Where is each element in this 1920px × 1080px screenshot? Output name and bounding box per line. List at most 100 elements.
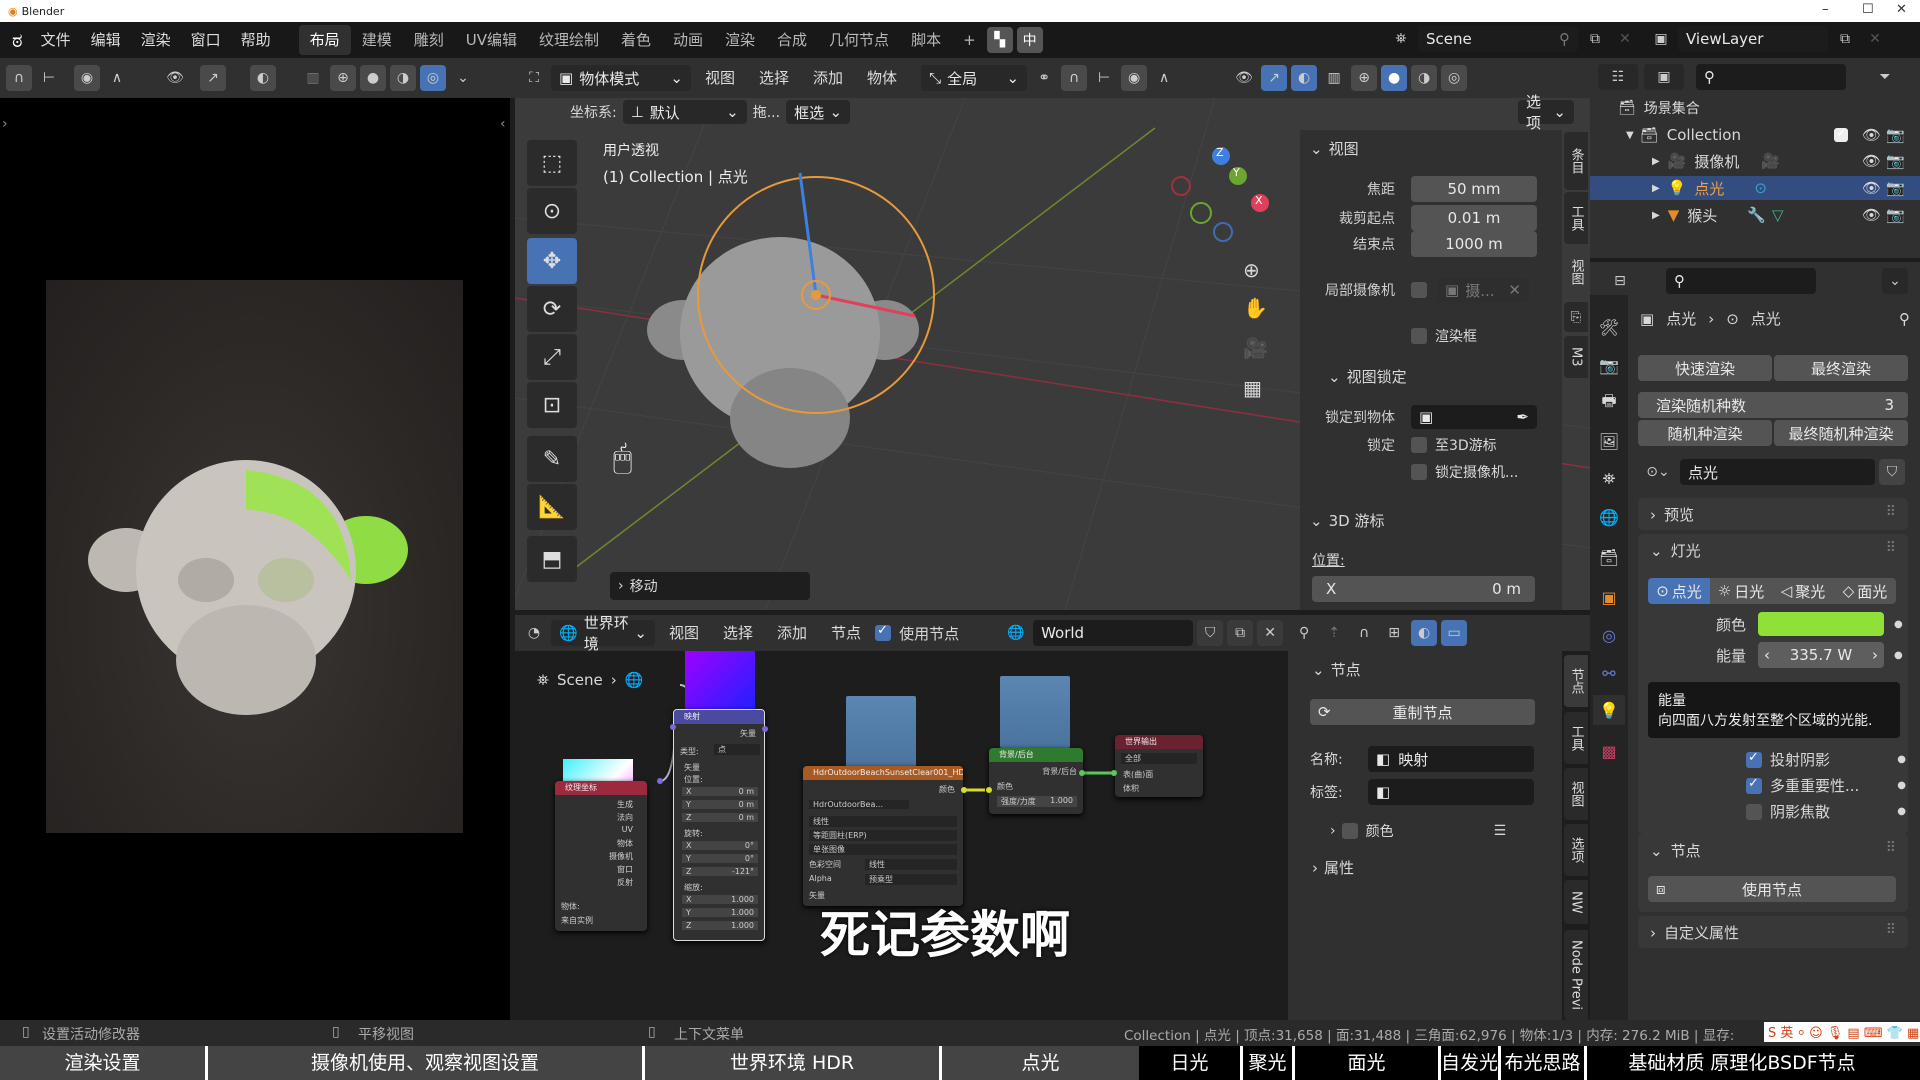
workspace-tab-animation[interactable]: 动画 xyxy=(662,25,714,55)
scene-selector[interactable]: Scene ⚲ xyxy=(1418,26,1578,52)
snap-target-icon[interactable]: ⊢ xyxy=(1091,65,1117,91)
transform-orientation-selector[interactable]: ⤡ 全局 ⌄ xyxy=(921,65,1028,91)
preview-panel[interactable]: › 预览 ⠿ xyxy=(1638,498,1908,530)
overlay-icon[interactable]: ◐ xyxy=(1291,65,1318,91)
scene-tab-icon[interactable]: ⛯ xyxy=(1597,467,1621,491)
workspace-tab-modeling[interactable]: 建模 xyxy=(351,25,403,55)
chapter-render-settings[interactable]: 渲染设置 xyxy=(0,1046,208,1080)
drag-handle-icon[interactable]: ⠿ xyxy=(1886,922,1896,938)
fake-user-icon[interactable]: ⛉ xyxy=(1879,459,1905,485)
drag-handle-icon[interactable]: ⠿ xyxy=(1886,504,1896,520)
eyedropper-icon[interactable]: ✒ xyxy=(1516,408,1529,426)
world-browse-icon[interactable]: 🌐 xyxy=(1003,620,1029,646)
viewport-menu-add[interactable]: 添加 xyxy=(803,63,853,93)
collection-tab-icon[interactable]: 🗃 xyxy=(1597,545,1621,569)
view-layer-filter-icon[interactable]: ▣ xyxy=(1644,64,1684,90)
node-texture-coordinate[interactable]: 纹理坐标 生成 法向 UV 物体 摄像机 窗口 反射 物体: 来自实例 xyxy=(555,781,647,931)
annotate-tool[interactable]: ✎ xyxy=(527,436,577,482)
workspace-tab-scripting[interactable]: 脚本 xyxy=(900,25,952,55)
shading-material-icon[interactable]: ◑ xyxy=(390,65,416,91)
chapter-principled-bsdf[interactable]: 基础材质 原理化BSDF节点 xyxy=(1587,1046,1897,1080)
shading-solid-icon[interactable]: ● xyxy=(360,65,386,91)
color-presets-icon[interactable]: ☰ xyxy=(1494,823,1507,839)
scale-y-field[interactable]: Y 1.000 xyxy=(682,908,758,917)
delete-scene-icon[interactable]: ✕ xyxy=(1612,26,1638,52)
strength-field[interactable]: 强度/力度 1.000 xyxy=(997,796,1077,807)
ortho-toggle-icon[interactable]: ▦ xyxy=(1243,376,1262,400)
clip-end-field[interactable]: 1000 m xyxy=(1411,231,1537,257)
node-tab-node-preview[interactable]: Node Previ xyxy=(1564,930,1588,1020)
node-tab-node[interactable]: 节点 xyxy=(1564,655,1588,707)
breadcrumb-scene[interactable]: Scene xyxy=(557,671,603,689)
rotation-x-field[interactable]: X 0° xyxy=(682,841,758,850)
proportional-edit-icon[interactable]: ◉ xyxy=(74,65,100,91)
tool-tab-icon[interactable]: 🛠 xyxy=(1597,315,1621,339)
target-dropdown[interactable]: 全部 xyxy=(1121,753,1197,764)
unlink-world-icon[interactable]: ✕ xyxy=(1257,620,1284,646)
quick-render-button[interactable]: 快速渲染 xyxy=(1638,355,1772,381)
rotate-tool[interactable]: ⟳ xyxy=(527,286,577,332)
render-tab-icon[interactable]: 📷 xyxy=(1597,353,1621,377)
increment-icon[interactable]: › xyxy=(1872,646,1878,664)
pin-icon[interactable]: ⚲ xyxy=(1899,310,1910,328)
clear-icon[interactable]: ✕ xyxy=(1508,281,1521,299)
scene-icon[interactable]: ⛯ xyxy=(1388,26,1414,52)
local-camera-field[interactable]: ▣ 摄... ✕ xyxy=(1437,278,1529,302)
filter-icon[interactable]: ⏷ xyxy=(1872,64,1898,90)
alpha-dropdown[interactable]: 预乘型 xyxy=(865,874,957,885)
world-tab-icon[interactable]: 🌐 xyxy=(1597,505,1621,529)
npanel-tab-view[interactable]: 视图 xyxy=(1564,246,1588,298)
outliner-item-collection[interactable]: ▼🗃Collection👁📷 xyxy=(1590,124,1920,146)
drag-handle-icon[interactable]: ⠿ xyxy=(1886,540,1896,556)
chapter-emission[interactable]: 自发光 xyxy=(1441,1046,1501,1080)
shading-material-icon[interactable]: ◑ xyxy=(1411,65,1438,91)
outliner-scene-collection[interactable]: 🗃 场景集合 xyxy=(1618,98,1700,118)
shadow-caustics-checkbox[interactable] xyxy=(1746,803,1762,820)
close-window-button[interactable]: ✕ xyxy=(1896,2,1907,17)
chevron-down-icon[interactable]: ⌄ xyxy=(1882,268,1908,294)
node-header[interactable]: 映射 xyxy=(674,710,764,724)
use-nodes-button[interactable]: ⧈ 使用节点 xyxy=(1648,876,1896,902)
overlay-icon[interactable]: ◐ xyxy=(1411,620,1438,646)
shading-rendered-icon[interactable]: ◎ xyxy=(420,65,446,91)
editor-type-icon[interactable]: ⊟ xyxy=(1600,268,1640,294)
camera-view-icon[interactable]: 🎥 xyxy=(1243,336,1268,360)
random-seed-render-button[interactable]: 随机种渲染 xyxy=(1638,420,1772,446)
light-data-tab-icon[interactable]: 💡 xyxy=(1593,695,1625,725)
camera-render-icon[interactable]: 📷 xyxy=(1886,152,1905,170)
socket-background-out[interactable] xyxy=(1079,770,1085,776)
viewport-menu-select[interactable]: 选择 xyxy=(749,63,799,93)
local-camera-checkbox[interactable] xyxy=(1411,282,1427,298)
select-mode-selector[interactable]: 框选 ⌄ xyxy=(786,100,851,124)
workspace-tab-shading[interactable]: 着色 xyxy=(610,25,662,55)
power-field[interactable]: ‹ 335.7 W › xyxy=(1758,642,1884,668)
object-tab-icon[interactable]: ▣ xyxy=(1597,585,1621,609)
cast-shadow-checkbox[interactable] xyxy=(1746,750,1762,768)
socket-vector-out[interactable] xyxy=(762,726,768,732)
chapter-point-light[interactable]: 点光 xyxy=(942,1046,1139,1080)
final-random-seed-render-button[interactable]: 最终随机种渲染 xyxy=(1774,420,1908,446)
add-workspace-button[interactable]: + xyxy=(952,25,987,55)
pivot-icon[interactable]: ⚭ xyxy=(1031,65,1057,91)
nodes-section-header[interactable]: ⌄ 节点 xyxy=(1650,840,1701,861)
location-x-field[interactable]: X0 m xyxy=(682,787,758,796)
shading-options-chevron-icon[interactable]: ⌄ xyxy=(450,65,476,91)
workspace-tab-compositing[interactable]: 合成 xyxy=(766,25,818,55)
node-environment-texture[interactable]: HdrOutdoorBeachSunsetClear001_HD... 颜色 H… xyxy=(803,766,963,906)
node-section-header[interactable]: ⌄ 节点 xyxy=(1312,659,1361,680)
light-data-name-field[interactable]: 点光 xyxy=(1680,459,1875,485)
light-type-spot[interactable]: ◁ 聚光 xyxy=(1772,578,1834,604)
npanel-tab-m3[interactable]: M3 xyxy=(1564,336,1588,378)
socket-color-out[interactable] xyxy=(961,787,967,793)
viewlayer-selector[interactable]: ViewLayer xyxy=(1678,26,1828,52)
backdrop-icon[interactable]: ▭ xyxy=(1441,620,1468,646)
shading-wireframe-icon[interactable]: ⊕ xyxy=(1351,65,1378,91)
chapter-camera-view[interactable]: 摄像机使用、观察视图设置 xyxy=(208,1046,645,1080)
workspace-tab-sculpting[interactable]: 雕刻 xyxy=(403,25,455,55)
eye-icon[interactable]: 👁 xyxy=(1862,206,1881,224)
drag-handle-icon[interactable]: ⠿ xyxy=(1886,840,1896,856)
workspace-tab-geometry-nodes[interactable]: 几何节点 xyxy=(818,25,900,55)
npanel-tab-addon-icon[interactable]: ⎘ xyxy=(1564,302,1588,332)
gizmo-icon[interactable]: ↗ xyxy=(200,65,226,91)
xray-icon[interactable]: ▥ xyxy=(1321,65,1347,91)
